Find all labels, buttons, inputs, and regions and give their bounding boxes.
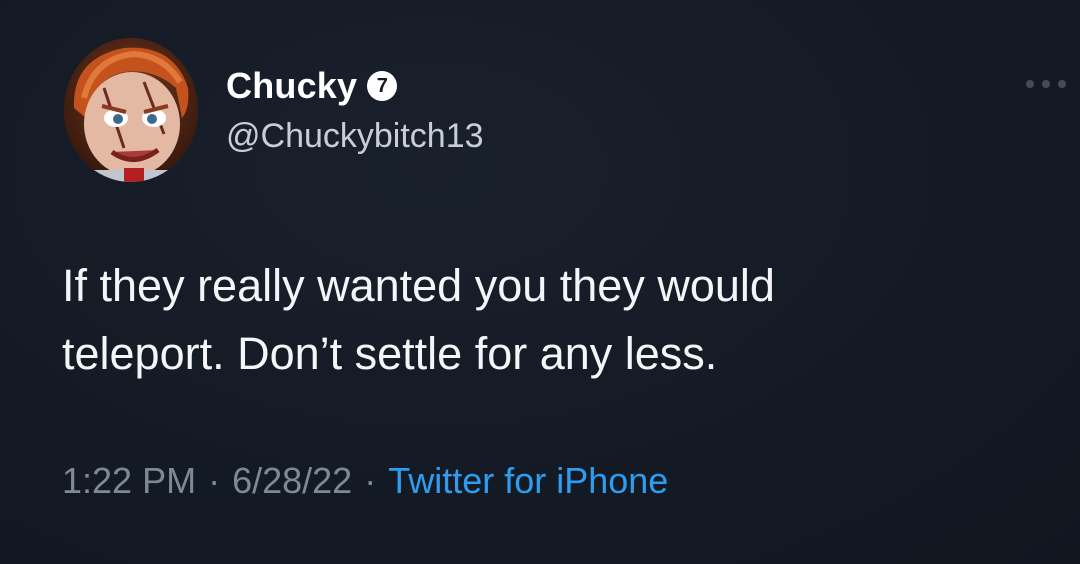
author-name-row[interactable]: Chucky 7 (226, 64, 398, 108)
author-handle[interactable]: @Chuckybitch13 (226, 117, 484, 156)
badge-icon: 7 (367, 71, 398, 101)
dot (1058, 80, 1066, 88)
avatar[interactable] (64, 38, 198, 182)
tweet-date[interactable]: 6/28/22 (232, 460, 352, 502)
tweet-text-line: teleport. Don’t settle for any less. (62, 328, 718, 379)
separator: · (208, 460, 221, 501)
dot (1026, 80, 1034, 88)
tweet-meta: 1:22 PM · 6/28/22 · Twitter for iPhone (62, 460, 668, 502)
dot (1042, 80, 1050, 88)
tweet-text: If they really wanted you they would tel… (62, 252, 1042, 388)
tweet-text-line: If they really wanted you they would (62, 260, 775, 311)
more-dots-icon[interactable] (1026, 74, 1066, 94)
display-name[interactable]: Chucky (226, 65, 357, 107)
chucky-avatar-icon (64, 38, 198, 182)
tweet-time[interactable]: 1:22 PM (62, 460, 196, 502)
tweet-card: Chucky 7 @Chuckybitch13 If they really w… (0, 0, 1080, 564)
tweet-source-link[interactable]: Twitter for iPhone (388, 460, 668, 502)
separator: · (364, 460, 377, 501)
